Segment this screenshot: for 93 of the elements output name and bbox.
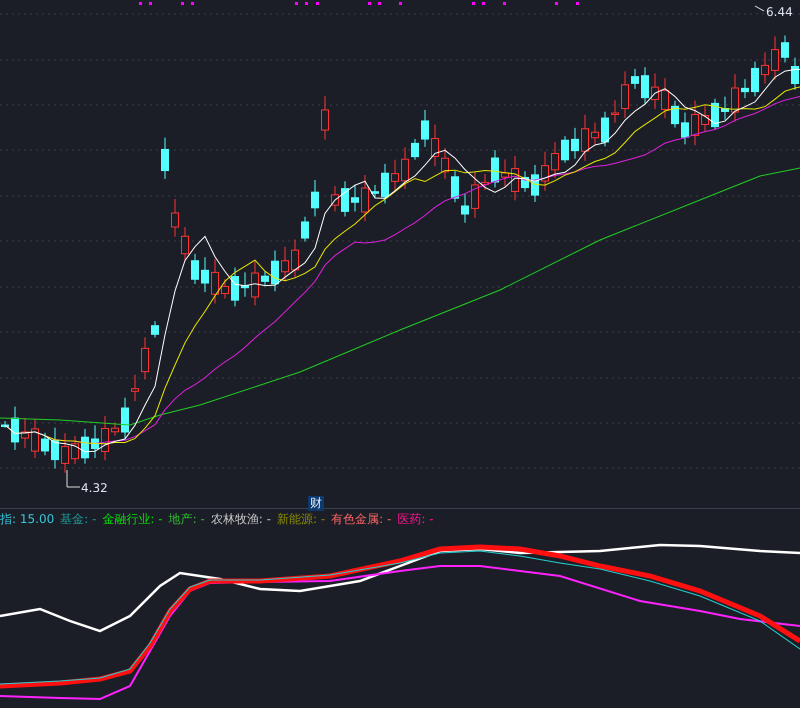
candlestick <box>351 184 359 212</box>
candlestick <box>611 100 619 124</box>
candlestick <box>71 436 79 465</box>
candlestick <box>771 36 779 80</box>
candlestick <box>141 336 149 380</box>
legend-item: 基金: - <box>60 511 96 528</box>
candlestick <box>741 78 749 99</box>
candlestick <box>231 267 239 307</box>
candlestick <box>691 100 699 146</box>
candlestick <box>481 174 489 191</box>
candlestick <box>511 155 519 201</box>
candlestick <box>291 239 299 278</box>
candlestick <box>441 148 449 180</box>
candlestick <box>781 34 789 63</box>
candlestick <box>381 163 389 204</box>
candlestick <box>461 193 469 224</box>
low-price-leader-line <box>66 470 80 488</box>
legend-item: 指: 15.00 <box>0 511 54 528</box>
candlestick <box>541 151 549 192</box>
candlestick <box>661 78 669 119</box>
candlestick <box>721 96 729 120</box>
candlestick <box>371 184 379 199</box>
candlestick <box>551 142 559 178</box>
candlestick <box>31 418 39 458</box>
candlestick <box>701 104 709 133</box>
candlestick <box>361 174 369 222</box>
candlestick <box>201 256 209 293</box>
candlestick <box>651 73 659 110</box>
candlestick <box>281 246 289 282</box>
candlestick <box>401 146 409 190</box>
legend-item: 新能源: - <box>276 511 326 528</box>
candlestick <box>621 70 629 118</box>
candlestick <box>221 278 229 300</box>
legend-item: 地产: - <box>168 511 205 528</box>
legend-item: 农林牧渔: - <box>210 511 271 528</box>
candlestick <box>301 216 309 242</box>
candlestick <box>111 422 119 436</box>
candlestick <box>91 424 99 459</box>
low-price-label: 4.32 <box>81 481 108 492</box>
candlestick <box>51 427 59 469</box>
candlestick <box>641 66 649 104</box>
legend-item: 有色金属: - <box>331 511 392 528</box>
legend-item: 金融行业: - <box>102 511 163 528</box>
candlestick <box>131 374 139 402</box>
candlestick <box>521 170 529 192</box>
candlestick <box>581 114 589 162</box>
leader-line <box>754 6 764 12</box>
candlestick <box>181 226 189 261</box>
legend-item: 医药: - <box>397 511 434 528</box>
candlestick <box>191 253 199 285</box>
candlestick <box>61 432 69 474</box>
candlestick <box>751 61 759 97</box>
candlestick <box>501 158 509 188</box>
candlestick <box>421 109 429 148</box>
candlestick <box>261 270 269 286</box>
candlestick <box>671 100 679 128</box>
candlestick <box>311 180 319 217</box>
candlestick <box>451 170 459 203</box>
candlestick <box>471 170 479 218</box>
candlestick <box>591 122 599 146</box>
candlestick <box>411 138 419 160</box>
candlestick <box>731 74 739 122</box>
candlestick <box>711 98 719 130</box>
candlestick <box>241 272 249 298</box>
candlestick <box>81 428 89 464</box>
candlestick <box>1 420 9 428</box>
candlestick <box>211 258 219 304</box>
candlestick <box>681 112 689 145</box>
candlestick <box>161 137 169 180</box>
candlestick <box>531 164 539 203</box>
candlestick <box>321 96 329 140</box>
candlestick <box>331 185 339 212</box>
candlestick <box>391 159 399 192</box>
candlestick <box>11 406 19 450</box>
candlestick <box>121 397 129 440</box>
high-price-label: 6.44 <box>766 5 793 19</box>
candlestick <box>431 124 439 167</box>
candlestick <box>491 150 499 188</box>
candlestick <box>571 127 579 160</box>
candlestick <box>631 68 639 90</box>
candlestick <box>171 198 179 238</box>
candlestick <box>21 418 29 448</box>
candlestick <box>341 180 349 218</box>
candlestick <box>791 57 799 90</box>
candlestick <box>151 320 159 338</box>
candlestick <box>251 260 259 306</box>
candlestick <box>271 250 279 292</box>
candlestick <box>41 432 49 456</box>
candlestick <box>601 111 609 147</box>
candlestick <box>761 52 769 84</box>
axis-label: 财 <box>308 496 324 511</box>
candlestick <box>561 136 569 164</box>
candlestick <box>101 416 109 461</box>
